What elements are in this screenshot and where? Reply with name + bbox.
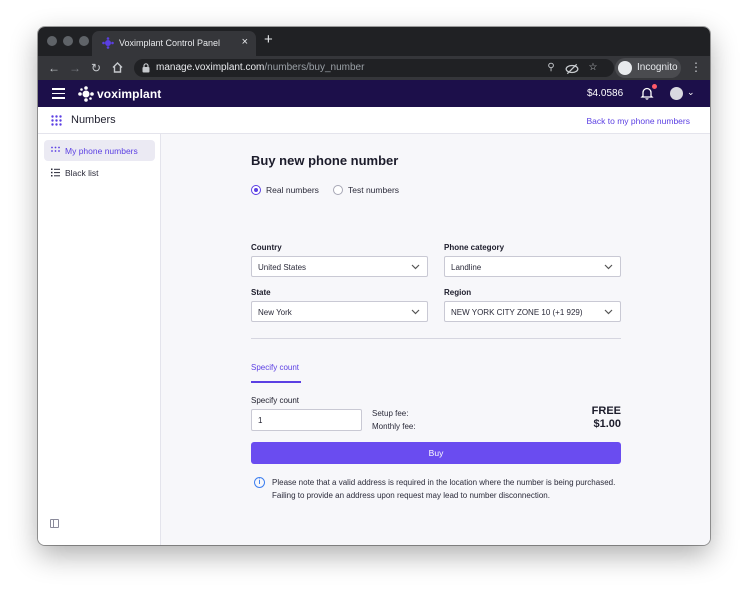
tab-specify-count[interactable]: Specify count xyxy=(251,363,299,372)
country-value: United States xyxy=(258,263,307,272)
info-icon: i xyxy=(254,477,265,488)
dialpad-icon xyxy=(51,115,62,126)
setup-fee-label: Setup fee: xyxy=(372,409,409,418)
browser-toolbar: ← → ↻ manage.voximplant.com/numbers/buy_… xyxy=(38,56,710,80)
chevron-down-icon xyxy=(604,264,613,270)
sidebar-item-label: My phone numbers xyxy=(65,146,138,156)
divider xyxy=(251,338,621,339)
incognito-icon xyxy=(618,61,632,75)
phone-category-value: Landline xyxy=(451,263,482,272)
menu-icon[interactable] xyxy=(52,88,65,99)
count-input[interactable]: 1 xyxy=(251,409,362,431)
monthly-fee-value: $1.00 xyxy=(593,418,621,430)
page-title: Buy new phone number xyxy=(251,153,399,168)
eye-slash-icon[interactable] xyxy=(565,62,579,76)
region-label: Region xyxy=(444,288,472,297)
browser-window: Voximplant Control Panel × + ← → ↻ manag… xyxy=(38,27,710,545)
list-icon xyxy=(51,168,60,177)
home-icon[interactable] xyxy=(111,61,124,74)
sidebar: My phone numbers Black list xyxy=(38,134,161,545)
buy-button[interactable]: Buy xyxy=(251,442,621,464)
key-icon[interactable]: ⚲ xyxy=(544,61,558,75)
radio-label: Real numbers xyxy=(266,185,319,195)
count-label: Specify count xyxy=(251,396,300,405)
back-to-numbers-link[interactable]: Back to my phone numbers xyxy=(587,116,690,126)
app-header: voximplant $4.0586 ⌄ xyxy=(38,80,710,107)
address-notice: Please note that a valid address is requ… xyxy=(272,478,616,500)
grid-icon xyxy=(51,146,60,152)
url-text: manage.voximplant.com/numbers/buy_number xyxy=(156,62,364,73)
logo-text[interactable]: voximplant xyxy=(97,87,161,101)
collapse-sidebar-icon[interactable] xyxy=(50,519,59,528)
notification-dot xyxy=(652,84,657,89)
state-select[interactable]: New York xyxy=(251,301,428,322)
monthly-fee-label: Monthly fee: xyxy=(372,422,416,431)
incognito-badge[interactable]: Incognito xyxy=(615,58,681,78)
back-arrow-icon[interactable]: ← xyxy=(46,60,62,76)
active-tab-indicator xyxy=(251,381,301,383)
avatar[interactable] xyxy=(670,87,683,100)
star-icon[interactable]: ☆ xyxy=(586,61,600,75)
state-label: State xyxy=(251,288,271,297)
sidebar-item-label: Black list xyxy=(65,168,99,178)
chevron-down-icon[interactable]: ⌄ xyxy=(687,87,695,98)
account-balance[interactable]: $4.0586 xyxy=(587,88,623,99)
tab-title: Voximplant Control Panel xyxy=(119,38,221,48)
radio-selected-icon xyxy=(251,185,261,195)
chevron-down-icon xyxy=(411,309,420,315)
sidebar-item-my-phone-numbers[interactable]: My phone numbers xyxy=(44,140,155,161)
chevron-down-icon xyxy=(604,309,613,315)
browser-tab-strip: Voximplant Control Panel × + xyxy=(38,27,710,56)
radio-label: Test numbers xyxy=(348,185,400,195)
section-header: Numbers Back to my phone numbers xyxy=(38,107,710,134)
voximplant-logo-icon xyxy=(78,86,94,102)
chevron-down-icon xyxy=(411,264,420,270)
window-controls xyxy=(47,36,89,46)
region-value: NEW YORK CITY ZONE 10 (+1 929) xyxy=(451,308,583,317)
state-value: New York xyxy=(258,308,292,317)
phone-category-select[interactable]: Landline xyxy=(444,256,621,277)
radio-real-numbers[interactable]: Real numbers xyxy=(251,184,331,196)
incognito-label: Incognito xyxy=(637,62,678,73)
section-title: Numbers xyxy=(71,114,116,126)
new-tab-button[interactable]: + xyxy=(264,32,273,48)
address-bar[interactable]: manage.voximplant.com/numbers/buy_number… xyxy=(134,59,614,77)
country-label: Country xyxy=(251,243,282,252)
radio-unselected-icon xyxy=(333,185,343,195)
radio-test-numbers[interactable]: Test numbers xyxy=(333,184,413,196)
minimize-window-button[interactable] xyxy=(63,36,73,46)
phone-category-label: Phone category xyxy=(444,243,505,252)
country-select[interactable]: United States xyxy=(251,256,428,277)
browser-menu-icon[interactable]: ⋮ xyxy=(690,60,702,74)
url-host: manage.voximplant.com xyxy=(156,62,265,73)
forward-arrow-icon[interactable]: → xyxy=(67,60,83,76)
main-content: Buy new phone number Real numbers Test n… xyxy=(162,134,710,545)
sidebar-item-black-list[interactable]: Black list xyxy=(44,162,155,183)
url-path: /numbers/buy_number xyxy=(264,62,365,73)
tab-close-icon[interactable]: × xyxy=(242,36,248,48)
voximplant-favicon-icon xyxy=(102,37,114,49)
browser-tab[interactable]: Voximplant Control Panel × xyxy=(92,31,256,56)
close-window-button[interactable] xyxy=(47,36,57,46)
zoom-window-button[interactable] xyxy=(79,36,89,46)
region-select[interactable]: NEW YORK CITY ZONE 10 (+1 929) xyxy=(444,301,621,322)
lock-icon xyxy=(142,63,150,73)
reload-icon[interactable]: ↻ xyxy=(88,60,104,76)
setup-fee-value: FREE xyxy=(591,405,621,417)
count-value: 1 xyxy=(258,416,263,425)
